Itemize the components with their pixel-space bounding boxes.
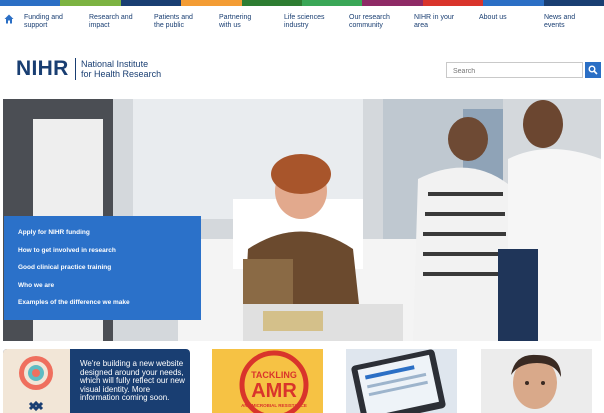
new-website-promo-tile[interactable]: We're building a new website designed ar… bbox=[3, 349, 190, 413]
hero-link-who-we-are[interactable]: Who we are bbox=[18, 282, 201, 300]
amr-line1: TACKLING bbox=[251, 370, 297, 380]
home-icon bbox=[4, 14, 14, 24]
hero-link-gcp-training[interactable]: Good clinical practice training bbox=[18, 264, 201, 282]
amr-tile[interactable]: TACKLING AMR ANTIMICROBIAL RESISTANCE bbox=[212, 349, 323, 413]
nihr-logo[interactable]: NIHR National Institute for Health Resea… bbox=[16, 57, 161, 81]
logo-subtitle: National Institute for Health Research bbox=[81, 59, 162, 79]
promo-text: We're building a new website designed ar… bbox=[80, 359, 185, 402]
amr-line2: AMR bbox=[251, 380, 297, 402]
portrait-photo bbox=[481, 349, 592, 413]
nav-item-patients[interactable]: Patients and the public bbox=[154, 14, 193, 30]
tablet-photo bbox=[346, 349, 457, 413]
amr-logo: TACKLING AMR ANTIMICROBIAL RESISTANCE bbox=[239, 350, 309, 413]
nav-item-about[interactable]: About us bbox=[479, 14, 507, 22]
logo-wordmark: NIHR bbox=[16, 57, 69, 80]
logo-divider bbox=[74, 58, 77, 80]
amr-line3: ANTIMICROBIAL RESISTANCE bbox=[241, 403, 307, 408]
hero-link-apply-funding[interactable]: Apply for NIHR funding bbox=[18, 229, 201, 247]
hero-link-get-involved[interactable]: How to get involved in research bbox=[18, 247, 201, 265]
hero-links-panel: Apply for NIHR funding How to get involv… bbox=[4, 216, 201, 320]
nav-item-partnering[interactable]: Partnering with us bbox=[219, 14, 251, 30]
target-icon bbox=[19, 356, 53, 412]
clinical-data-tile[interactable] bbox=[346, 349, 457, 413]
top-navigation: Funding and support Research and impact … bbox=[0, 6, 604, 36]
nav-item-research-community[interactable]: Our research community bbox=[349, 14, 390, 30]
nav-item-research[interactable]: Research and impact bbox=[89, 14, 133, 30]
researcher-portrait-tile[interactable] bbox=[481, 349, 592, 413]
search-input[interactable] bbox=[446, 62, 583, 78]
search-button[interactable] bbox=[585, 62, 601, 78]
home-button[interactable] bbox=[0, 6, 18, 36]
hero-link-examples[interactable]: Examples of the difference we make bbox=[18, 299, 201, 317]
nav-item-funding[interactable]: Funding and support bbox=[24, 14, 63, 30]
search-icon bbox=[588, 65, 598, 75]
nav-item-your-area[interactable]: NIHR in your area bbox=[414, 14, 454, 30]
nav-item-life-sciences[interactable]: Life sciences industry bbox=[284, 14, 324, 30]
promo-artwork bbox=[3, 349, 70, 413]
nav-item-news[interactable]: News and events bbox=[544, 14, 575, 30]
